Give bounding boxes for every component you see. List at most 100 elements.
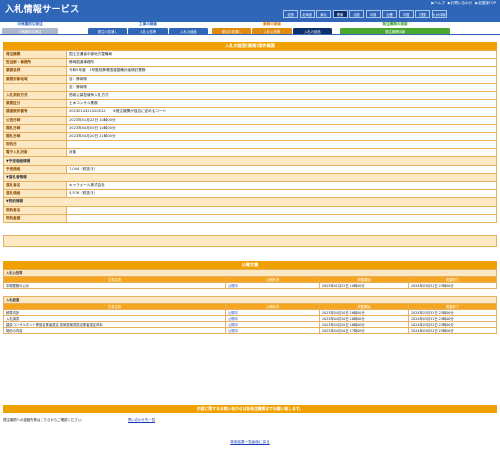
header-links: ▶ヘルプ ▶お問い合わせ ▶全国版TOP: [431, 1, 496, 6]
detail-row: 担当部・事務所 静岡国道事務所: [3, 58, 497, 68]
doc-category-heading: 入札公告等: [3, 268, 497, 277]
header-link[interactable]: ▶ヘルプ: [431, 1, 445, 6]
field-label: 業務対象地域: [3, 74, 67, 84]
price-row: 予定価格 7,044（税抜き）: [3, 164, 497, 174]
nav-tab[interactable]: 発注の見通し: [212, 28, 252, 34]
field-value: 2023年04月20日 11時00分: [66, 131, 497, 142]
doc-status-link[interactable]: 公開中: [228, 311, 238, 315]
nav-tab[interactable]: 中長期的な発注: [2, 28, 58, 34]
separator-band: [3, 234, 497, 247]
field-label: 開札日時: [3, 131, 67, 142]
doc-status-link[interactable]: 公開中: [228, 317, 238, 321]
field-value: 2023年01月22日 10時00分: [66, 115, 497, 125]
doc-spacer: [4, 288, 497, 296]
region-button[interactable]: 九州沖縄: [431, 10, 447, 18]
section-row: ▼予定価格情報: [3, 156, 497, 166]
nav-group-title: 工事の検索: [139, 22, 157, 26]
region-button[interactable]: 四国: [415, 10, 430, 18]
region-button[interactable]: 中国: [398, 10, 414, 18]
winner-row: 落札価格 5,576（税抜き）: [3, 189, 497, 199]
field-value: 自：静岡県: [66, 74, 497, 84]
section-row: ▼落札者情報: [3, 172, 497, 183]
detail-row: 至：静岡県: [3, 82, 497, 92]
nav-group: 中長期的な発注 中長期的な発注: [2, 22, 58, 34]
region-selector: 全国 北海道 東北 関東 北陸 中部 近畿 中国 四国 九州沖縄: [283, 10, 447, 18]
nav-group-title: 業務の検索: [263, 22, 281, 26]
nav-tab[interactable]: 入札の経過: [292, 28, 332, 34]
section-heading: ▼落札者情報: [3, 172, 497, 183]
field-value: 令和5年度 1号藤枝静清国道整備計画検討業務: [66, 66, 497, 76]
doc-name: 契約の内容: [3, 326, 226, 334]
field-value: [66, 140, 497, 150]
nav-group: 発注機関の検索発注機関情報: [340, 22, 450, 34]
section-heading: ▼契約情報: [3, 197, 497, 207]
detail-row: 開札日時 2023年04月05日 10時00分: [3, 123, 497, 133]
detail-row: 発注機関 国土交通省中部地方整備局: [3, 49, 497, 60]
nav-tab[interactable]: 入札の経過: [168, 28, 208, 34]
field-value: キャラメール株式会社: [66, 180, 497, 191]
field-label: 落札者名: [3, 180, 67, 191]
contact-list-link[interactable]: 問い合わせ先一覧: [128, 417, 155, 422]
field-label: 電子入札対象: [3, 148, 67, 158]
nav-tabs-bar: 中長期的な発注 中長期的な発注 工事の検索 発注の見通し 入札公告等 入札の経過 業務の検索…: [0, 22, 500, 35]
doc-status-link[interactable]: 公開中: [228, 323, 238, 327]
detail-row: 開札日時 2023年04月20日 11時00分: [3, 131, 497, 142]
region-button[interactable]: 中部: [365, 10, 381, 18]
doc-category-row: 入札経過: [3, 295, 497, 304]
region-button[interactable]: 近畿: [382, 10, 397, 18]
documents-title: 公開文書: [3, 260, 497, 269]
contact-row: 発注機関への連絡先等はこちらからご確認ください。 問い合わせ先一覧: [3, 417, 497, 422]
field-value: 5,576（税抜き）: [66, 189, 497, 199]
field-value: 2023014321020012 ※発注機関が独自に定めるコード: [66, 107, 497, 117]
documents-table: 入札公告等 文書名称 公開状況 掲載開始 掲載終了 中期業務の公示 公開中 2023年01月2…: [3, 268, 497, 334]
header-link[interactable]: ▶全国版TOP: [475, 1, 496, 6]
region-button[interactable]: 関東: [332, 10, 348, 18]
detail-row: 公告日時 2023年01月22日 10時00分: [3, 115, 497, 125]
field-label: 予定価格: [3, 164, 67, 174]
doc-status: 公開中: [225, 326, 320, 334]
header-link[interactable]: ▶お問い合わせ: [448, 1, 472, 6]
doc-start: 2023年04月20日 17時00分: [319, 326, 409, 334]
field-value: 簡易公募型競争入札方式: [66, 90, 497, 101]
field-label: 発注機関: [3, 49, 67, 60]
region-button[interactable]: 全国: [283, 10, 298, 18]
field-label: 契約者名: [3, 205, 67, 215]
field-label: 入札契約方式: [3, 90, 67, 101]
detail-row: 調達案件番号 2023014321020012 ※発注機関が独自に定めるコード: [3, 107, 497, 117]
detail-row: 契約日: [3, 140, 497, 150]
doc-status-link[interactable]: 公開中: [228, 329, 238, 333]
nav-tab-row: 発注の見通し 入札公告等 入札の経過: [212, 28, 332, 34]
region-button[interactable]: 北陸: [349, 10, 364, 18]
nav-tab[interactable]: 発注機関情報: [340, 28, 450, 34]
section-heading: ▼予定価格情報: [3, 156, 497, 166]
detail-row: 入札契約方式 簡易公募型競争入札方式: [3, 90, 497, 101]
field-value: 至：静岡県: [66, 82, 497, 92]
field-value: [66, 213, 497, 223]
region-button[interactable]: 東北: [316, 10, 331, 18]
back-row: 検索結果一覧画面に戻る: [0, 440, 500, 445]
nav-group-title: 発注機関の検索: [382, 22, 408, 26]
nav-tab[interactable]: 入札公告等: [128, 28, 168, 34]
field-label: 公告日時: [3, 115, 67, 125]
field-label: 業務区分: [3, 99, 67, 109]
nav-tab[interactable]: 発注の見通し: [88, 28, 128, 34]
field-value: 7,044（税抜き）: [66, 164, 497, 174]
nav-group: 工事の検索発注の見通し 入札公告等 入札の経過: [88, 22, 208, 34]
field-value: 2023年04月05日 10時00分: [66, 123, 497, 133]
doc-end: 2024年03月31日 23時00分: [408, 326, 497, 334]
doc-status-link[interactable]: 公開中: [228, 284, 238, 288]
contact-text: 発注機関への連絡先等はこちらからご確認ください。: [3, 418, 85, 422]
nav-tab-row: 中長期的な発注: [2, 28, 58, 34]
field-label: 業務名称: [3, 66, 67, 76]
winner-row: 落札者名 キャラメール株式会社: [3, 180, 497, 191]
detail-table: 発注機関 国土交通省中部地方整備局 担当部・事務所 静岡国道事務所 業務名称 令和5年度 …: [3, 49, 497, 223]
region-button[interactable]: 北海道: [299, 10, 315, 18]
section-row: ▼契約情報: [3, 197, 497, 207]
field-label: 落札価格: [3, 189, 67, 199]
detail-row: 業務区分 土木コンサル業務: [3, 99, 497, 109]
field-value: 静岡国道事務所: [66, 58, 497, 68]
nav-tab[interactable]: 入札公告等: [252, 28, 292, 34]
field-value: 対象: [66, 148, 497, 158]
back-to-results-link[interactable]: 検索結果一覧画面に戻る: [230, 440, 270, 444]
doc-category-heading: 入札経過: [3, 295, 497, 304]
